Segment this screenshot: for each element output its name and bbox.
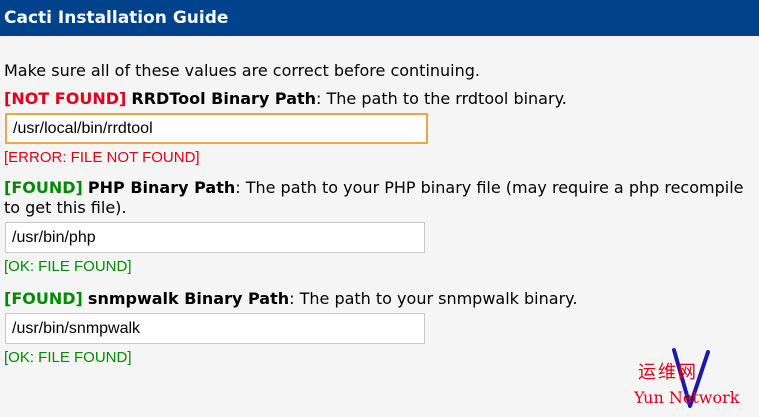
php-result: [OK: FILE FOUND]: [4, 258, 132, 275]
watermark-logo: 运维网 Yun Network: [634, 346, 758, 410]
php-path-input[interactable]: [5, 222, 425, 253]
watermark-en-text: Yun Network: [634, 388, 740, 407]
rrdtool-field: [NOT FOUND] RRDTool Binary Path: The pat…: [4, 89, 755, 168]
status-badge: [FOUND]: [4, 289, 83, 308]
rrdtool-result: [ERROR: FILE NOT FOUND]: [4, 149, 200, 166]
field-name: snmpwalk Binary Path: [87, 289, 290, 308]
field-help: : The path to the rrdtool binary.: [316, 89, 567, 108]
status-badge: [NOT FOUND]: [4, 89, 127, 108]
intro-text: Make sure all of these values are correc…: [4, 61, 481, 80]
watermark-cn-text: 运维网: [638, 362, 698, 383]
field-name: PHP Binary Path: [87, 178, 236, 197]
php-description: [FOUND] PHP Binary Path: The path to you…: [4, 178, 755, 218]
install-form: Make sure all of these values are correc…: [0, 61, 759, 368]
snmpwalk-path-input[interactable]: [5, 313, 425, 344]
field-name: RRDTool Binary Path: [131, 89, 317, 108]
rrdtool-path-input[interactable]: [5, 113, 428, 144]
snmpwalk-description: [FOUND] snmpwalk Binary Path: The path t…: [4, 289, 755, 309]
field-help: : The path to your snmpwalk binary.: [289, 289, 578, 308]
page-header: Cacti Installation Guide: [0, 0, 759, 36]
page-title: Cacti Installation Guide: [4, 8, 229, 28]
php-field: [FOUND] PHP Binary Path: The path to you…: [4, 178, 755, 277]
rrdtool-description: [NOT FOUND] RRDTool Binary Path: The pat…: [4, 89, 755, 109]
status-badge: [FOUND]: [4, 178, 83, 197]
